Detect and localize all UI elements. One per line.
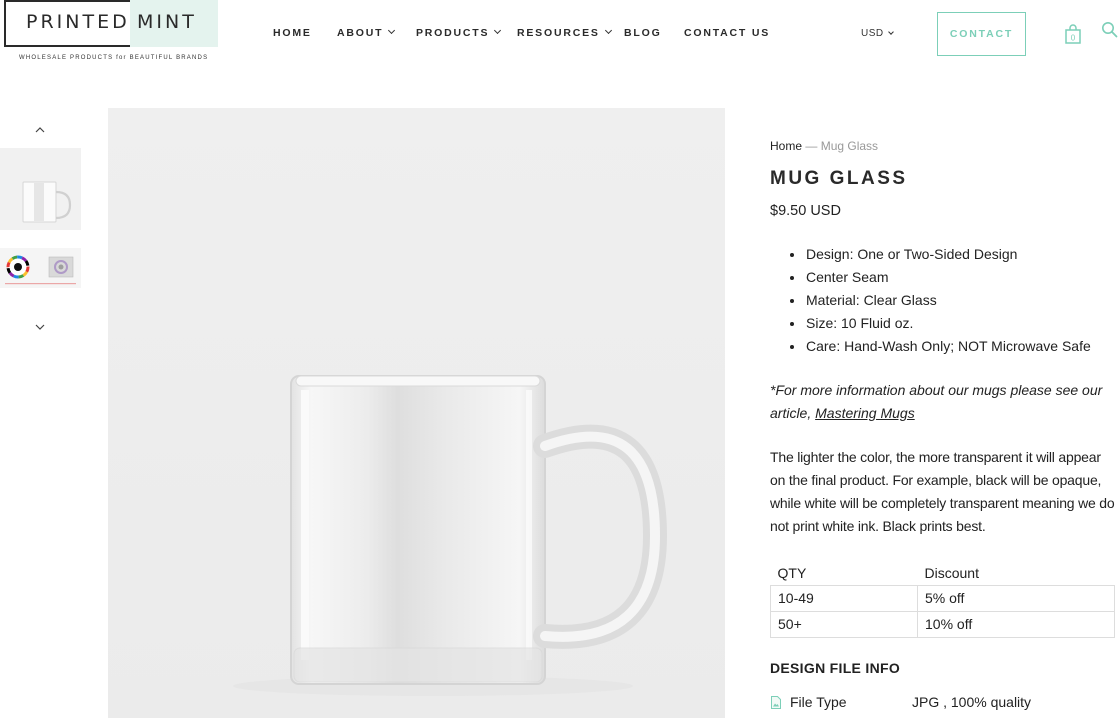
breadcrumb-home[interactable]: Home	[770, 139, 802, 153]
site-header: PRINTED MINT WHOLESALE PRODUCTS for BEAU…	[0, 0, 1120, 70]
discount-table: QTY Discount 10-49 5% off 50+ 10% off	[770, 561, 1115, 638]
logo-word-mint: MINT	[137, 11, 197, 33]
product-title: MUG GLASS	[770, 168, 908, 189]
currency-selector[interactable]: USD	[861, 28, 894, 39]
site-logo[interactable]: PRINTED MINT WHOLESALE PRODUCTS for BEAU…	[4, 0, 222, 66]
image-file-icon	[771, 696, 781, 709]
table-header-row: QTY Discount	[771, 561, 1115, 585]
nav-about[interactable]: ABOUT	[337, 26, 396, 39]
chevron-down-icon	[604, 26, 612, 35]
breadcrumb: Home — Mug Glass	[770, 139, 878, 153]
table-cell-discount: 5% off	[917, 584, 1115, 612]
file-type-value: JPG , 100% quality	[912, 694, 1032, 710]
table-header-qty: QTY	[777, 564, 807, 581]
thumbnail-color-guide[interactable]	[0, 248, 81, 288]
nav-resources[interactable]: RESOURCES	[517, 26, 612, 39]
logo-word-printed: PRINTED	[26, 11, 130, 33]
feature-item: Design: One or Two-Sided Design	[788, 243, 1091, 266]
chevron-down-icon	[494, 26, 502, 35]
feature-list: Design: One or Two-Sided Design Center S…	[788, 243, 1091, 358]
logo-tagline: WHOLESALE PRODUCTS for BEAUTIFUL BRANDS	[19, 55, 209, 61]
file-type-label: File Type	[790, 694, 847, 710]
design-file-info-heading: DESIGN FILE INFO	[770, 660, 901, 676]
breadcrumb-current: Mug Glass	[820, 139, 879, 153]
chevron-up-icon	[35, 127, 45, 133]
mastering-mugs-link[interactable]: Mastering Mugs	[815, 405, 915, 421]
design-file-row: File Type JPG , 100% quality	[770, 694, 1115, 714]
contact-button[interactable]: CONTACT	[937, 12, 1026, 56]
table-row: 50+ 10% off	[770, 610, 1115, 638]
cart-icon[interactable]: 0	[1064, 24, 1082, 44]
feature-item: Center Seam	[788, 266, 1091, 289]
search-icon[interactable]	[1101, 21, 1118, 38]
table-cell-qty: 10-49	[770, 584, 918, 612]
nav-contact-us[interactable]: CONTACT US	[684, 27, 770, 39]
table-header-discount: Discount	[924, 564, 979, 581]
chevron-down-icon	[388, 26, 396, 35]
cart-count: 0	[1071, 34, 1076, 43]
feature-item: Material: Clear Glass	[788, 289, 1091, 312]
chevron-down-icon	[887, 29, 894, 35]
mug-info-note: *For more information about our mugs ple…	[770, 379, 1115, 425]
nav-products[interactable]: PRODUCTS	[416, 26, 502, 39]
feature-item: Care: Hand-Wash Only; NOT Microwave Safe	[788, 335, 1091, 358]
product-description: The lighter the color, the more transpar…	[770, 449, 1115, 534]
table-row: 10-49 5% off	[770, 584, 1115, 612]
chevron-down-icon	[35, 324, 45, 330]
thumbnail-prev-button[interactable]	[33, 122, 47, 133]
nav-blog[interactable]: BLOG	[624, 27, 662, 39]
thumbnail-next-button[interactable]	[33, 319, 47, 330]
thumbnail-glass-mug[interactable]	[0, 148, 81, 230]
nav-home[interactable]: HOME	[273, 27, 312, 39]
table-cell-qty: 50+	[770, 610, 918, 638]
product-price: $9.50 USD	[770, 203, 841, 219]
breadcrumb-separator: —	[805, 139, 818, 153]
product-main-image[interactable]	[108, 108, 725, 718]
feature-item: Size: 10 Fluid oz.	[788, 312, 1091, 335]
table-cell-discount: 10% off	[917, 610, 1115, 638]
